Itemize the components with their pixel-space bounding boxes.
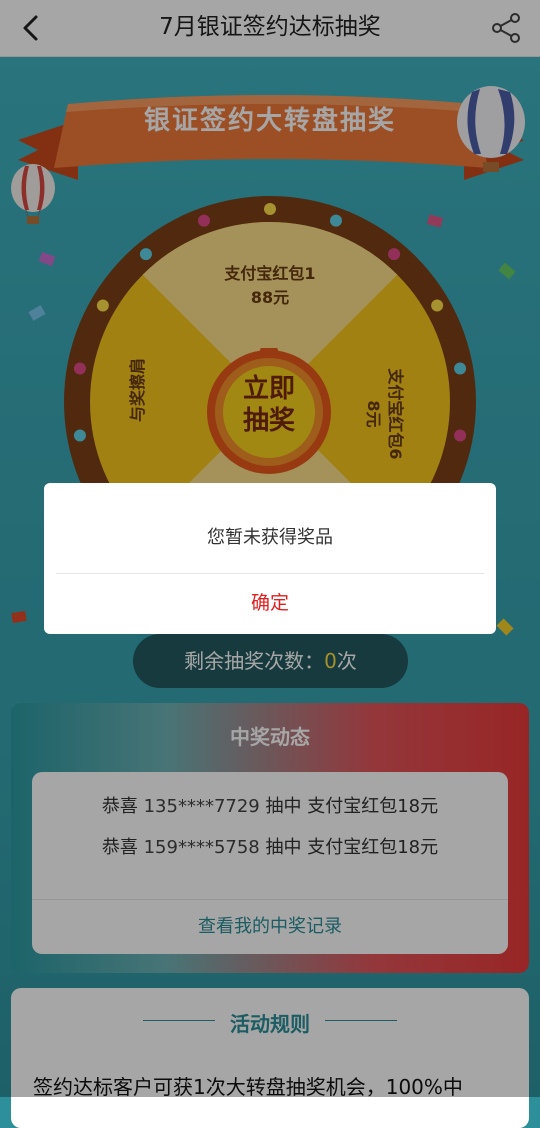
- result-dialog: 您暂未获得奖品 确定: [44, 483, 496, 634]
- confirm-button[interactable]: 确定: [44, 574, 496, 634]
- dialog-message: 您暂未获得奖品: [207, 527, 333, 548]
